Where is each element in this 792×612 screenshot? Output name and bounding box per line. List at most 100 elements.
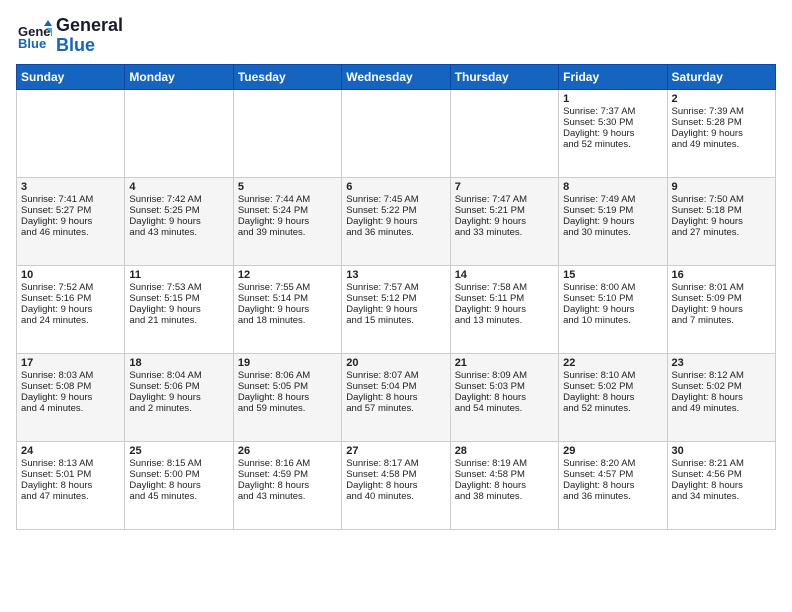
day-info: and 45 minutes. [129,491,228,502]
logo: General Blue General Blue [16,16,123,56]
day-info: Sunset: 5:00 PM [129,469,228,480]
day-info: Daylight: 9 hours [672,128,771,139]
day-number: 7 [455,181,554,193]
day-info: and 38 minutes. [455,491,554,502]
day-number: 24 [21,445,120,457]
day-info: Sunrise: 7:52 AM [21,282,120,293]
day-number: 5 [238,181,337,193]
day-info: Daylight: 9 hours [563,128,662,139]
day-info: Daylight: 9 hours [21,392,120,403]
day-info: Sunset: 5:27 PM [21,205,120,216]
day-info: Sunrise: 8:10 AM [563,370,662,381]
day-info: and 21 minutes. [129,315,228,326]
day-info: and 36 minutes. [563,491,662,502]
day-info: Sunrise: 8:09 AM [455,370,554,381]
day-info: Sunset: 5:25 PM [129,205,228,216]
day-info: Sunset: 5:04 PM [346,381,445,392]
day-info: Sunset: 5:08 PM [21,381,120,392]
day-info: Sunset: 5:02 PM [563,381,662,392]
calendar-week-row: 10Sunrise: 7:52 AMSunset: 5:16 PM Dayligh… [17,265,776,353]
logo-icon: General Blue [16,18,52,54]
day-info: Daylight: 9 hours [129,304,228,315]
calendar-cell: 3Sunrise: 7:41 AMSunset: 5:27 PMDaylight… [17,177,125,265]
day-info: and 30 minutes. [563,227,662,238]
day-number: 30 [672,445,771,457]
page-header: General Blue General Blue [16,16,776,56]
day-info: Sunset: 5:18 PM [672,205,771,216]
day-number: 25 [129,445,228,457]
weekday-header: Tuesday [233,64,341,89]
day-info: and 40 minutes. [346,491,445,502]
day-info: and 59 minutes. [238,403,337,414]
day-info: Sunset: 5:21 PM [455,205,554,216]
day-number: 10 [21,269,120,281]
day-info: Daylight: 8 hours [21,480,120,491]
day-info: Sunrise: 7:37 AM [563,106,662,117]
day-info: Sunset: 5:14 PM [238,293,337,304]
day-number: 19 [238,357,337,369]
day-info: Sunset: 4:58 PM [455,469,554,480]
weekday-header: Sunday [17,64,125,89]
day-number: 16 [672,269,771,281]
calendar-cell: 4Sunrise: 7:42 AMSunset: 5:25 PMDaylight… [125,177,233,265]
day-number: 20 [346,357,445,369]
calendar-cell: 30Sunrise: 8:21 AMSunset: 4:56 PMDayligh… [667,441,775,529]
day-number: 29 [563,445,662,457]
calendar-cell: 27Sunrise: 8:17 AMSunset: 4:58 PMDayligh… [342,441,450,529]
day-info: and 57 minutes. [346,403,445,414]
logo-blue: Blue [56,36,123,56]
day-info: and 43 minutes. [129,227,228,238]
day-info: Sunrise: 7:57 AM [346,282,445,293]
day-info: Sunset: 5:02 PM [672,381,771,392]
day-info: Sunset: 5:19 PM [563,205,662,216]
day-info: Sunset: 5:01 PM [21,469,120,480]
calendar-cell: 5Sunrise: 7:44 AMSunset: 5:24 PMDaylight… [233,177,341,265]
day-info: Sunrise: 7:45 AM [346,194,445,205]
calendar-cell [125,89,233,177]
day-info: and 2 minutes. [129,403,228,414]
calendar-cell [450,89,558,177]
svg-text:Blue: Blue [18,36,46,51]
calendar-cell [17,89,125,177]
day-info: Sunset: 4:57 PM [563,469,662,480]
day-info: and 13 minutes. [455,315,554,326]
day-number: 9 [672,181,771,193]
day-info: Sunrise: 7:58 AM [455,282,554,293]
day-info: Sunset: 5:28 PM [672,117,771,128]
day-info: Sunset: 5:15 PM [129,293,228,304]
calendar-body: 1Sunrise: 7:37 AMSunset: 5:30 PMDaylight… [17,89,776,529]
day-number: 13 [346,269,445,281]
day-info: and 33 minutes. [455,227,554,238]
day-number: 2 [672,93,771,105]
day-info: and 27 minutes. [672,227,771,238]
day-info: Sunrise: 8:01 AM [672,282,771,293]
day-info: Sunset: 5:10 PM [563,293,662,304]
day-info: Sunrise: 7:44 AM [238,194,337,205]
day-info: Sunrise: 8:13 AM [21,458,120,469]
day-info: and 49 minutes. [672,139,771,150]
calendar-cell: 15Sunrise: 8:00 AMSunset: 5:10 PMDayligh… [559,265,667,353]
day-info: and 52 minutes. [563,139,662,150]
day-info: Daylight: 9 hours [672,216,771,227]
day-info: Daylight: 9 hours [238,216,337,227]
day-info: Sunrise: 8:06 AM [238,370,337,381]
day-number: 28 [455,445,554,457]
calendar-cell: 26Sunrise: 8:16 AMSunset: 4:59 PMDayligh… [233,441,341,529]
weekday-header: Thursday [450,64,558,89]
day-info: Sunset: 5:12 PM [346,293,445,304]
day-info: Daylight: 8 hours [238,392,337,403]
day-info: and 34 minutes. [672,491,771,502]
day-info: Sunset: 5:09 PM [672,293,771,304]
calendar-cell: 21Sunrise: 8:09 AMSunset: 5:03 PMDayligh… [450,353,558,441]
day-info: Sunrise: 7:39 AM [672,106,771,117]
day-info: Sunrise: 7:55 AM [238,282,337,293]
day-number: 4 [129,181,228,193]
day-info: Sunrise: 7:49 AM [563,194,662,205]
day-info: and 43 minutes. [238,491,337,502]
calendar-week-row: 1Sunrise: 7:37 AMSunset: 5:30 PMDaylight… [17,89,776,177]
day-info: Sunset: 5:22 PM [346,205,445,216]
day-info: Daylight: 8 hours [455,392,554,403]
day-number: 26 [238,445,337,457]
day-info: Sunset: 5:16 PM [21,293,120,304]
day-info: Sunrise: 8:21 AM [672,458,771,469]
